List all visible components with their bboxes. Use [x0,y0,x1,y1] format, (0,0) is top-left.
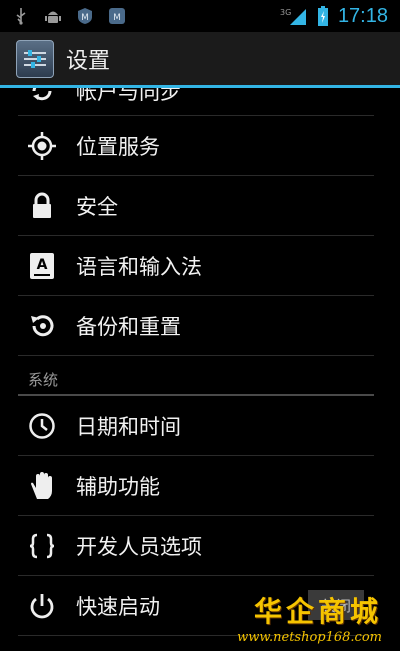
network-type: 3G [280,8,291,17]
power-icon [26,590,58,622]
list-item-date-time[interactable]: 日期和时间 [18,396,374,456]
location-icon [26,130,58,162]
svg-text:M: M [113,13,121,23]
list-item-accessibility[interactable]: 辅助功能 [18,456,374,516]
keyboard-a-icon: A [26,250,58,282]
list-item-label: 辅助功能 [76,474,160,499]
settings-list[interactable]: 帐户与同步 位置服务 安全 A 语言和输入法 备份和重置 系统 日期和时间 辅助… [0,88,400,651]
list-item-label: 语言和输入法 [76,254,202,279]
list-item-language-input[interactable]: A 语言和输入法 [18,236,374,296]
list-item-location[interactable]: 位置服务 [18,116,374,176]
list-item-label: 备份和重置 [76,314,181,339]
svg-text:M: M [81,13,89,23]
list-item-backup-reset[interactable]: 备份和重置 [18,296,374,356]
lock-icon [26,190,58,222]
list-item-label: 安全 [76,194,118,219]
list-item-label: 位置服务 [76,134,160,159]
settings-app-icon[interactable] [16,39,54,78]
list-item-developer-options[interactable]: 开发人员选项 [18,516,374,576]
status-clock: 17:18 [337,4,388,27]
notification-m2-icon: M [108,7,126,25]
page-title: 设置 [66,48,111,74]
list-item-label: 开发人员选项 [76,534,202,559]
list-item-security[interactable]: 安全 [18,176,374,236]
usb-icon [12,7,30,25]
battery-icon [314,6,332,26]
sync-icon [26,88,58,107]
list-item-account-sync[interactable]: 帐户与同步 [18,88,374,116]
action-bar: 设置 [0,32,400,88]
android-debug-icon [44,7,62,25]
signal-icon: 3G [280,7,308,25]
braces-icon [26,530,58,562]
backup-icon [26,310,58,342]
section-header-system: 系统 [18,366,374,396]
hand-icon [26,470,58,502]
list-item-fast-boot[interactable]: 快速启动 关闭 [18,576,374,636]
notification-m-icon: M [76,7,94,25]
svg-text:A: A [37,257,48,273]
status-bar: M M 3G 17:18 [0,0,400,32]
list-item-label: 帐户与同步 [76,88,181,104]
clock-icon [26,410,58,442]
list-item-label: 日期和时间 [76,414,181,439]
list-item-label: 快速启动 [76,594,160,619]
fast-boot-toggle[interactable]: 关闭 [308,590,364,620]
